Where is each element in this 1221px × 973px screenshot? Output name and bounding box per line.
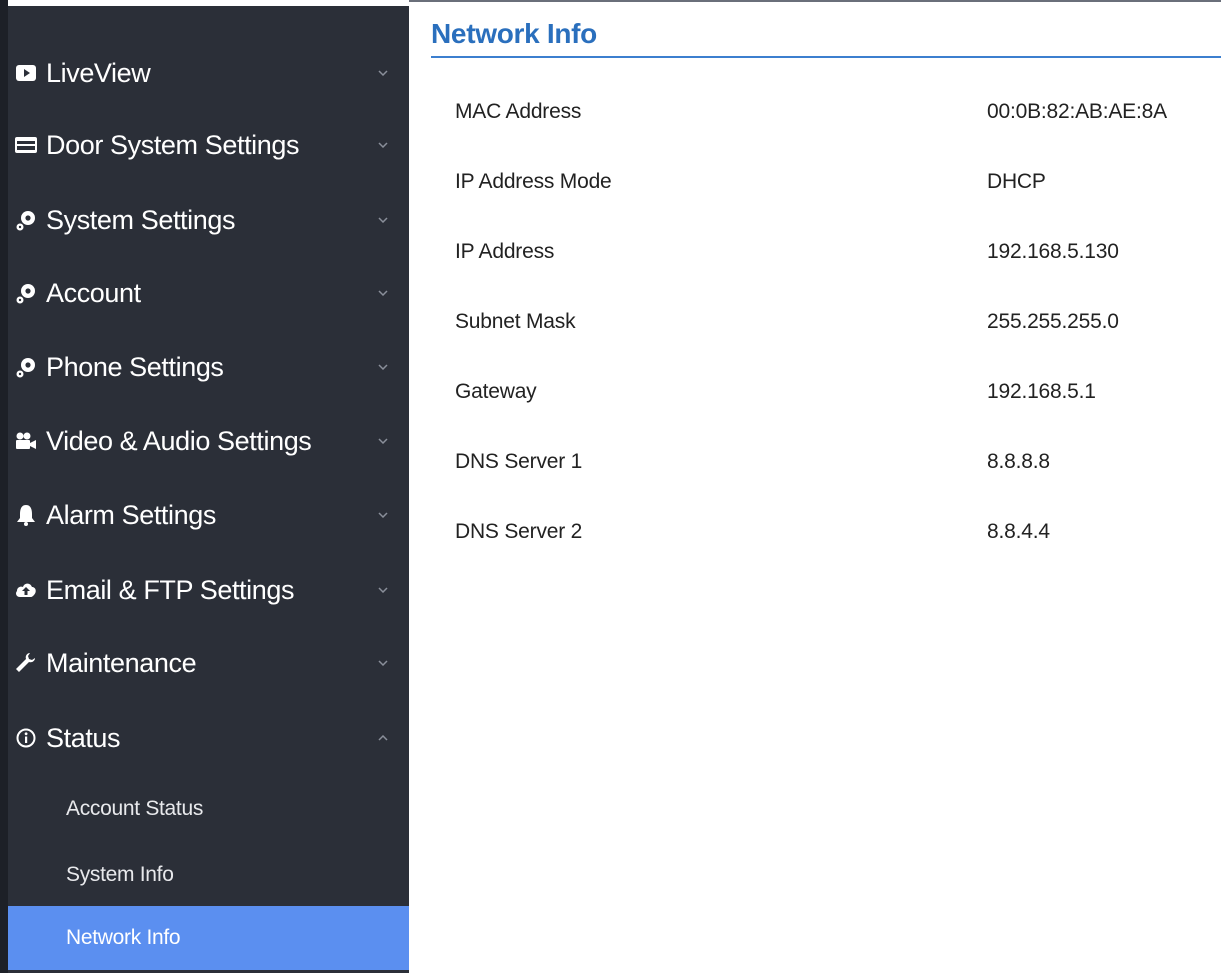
sidebar-item-account[interactable]: Account — [8, 256, 409, 330]
gears-icon — [14, 355, 38, 379]
sidebar-subitem-label: System Info — [66, 863, 174, 886]
sidebar-item-label: System Settings — [46, 204, 236, 235]
sidebar-subitem-label: Network Info — [66, 926, 181, 949]
chevron-up-icon — [377, 732, 389, 744]
info-icon — [14, 726, 38, 750]
sidebar-item-label: Maintenance — [46, 647, 197, 678]
info-value: DHCP — [987, 170, 1046, 193]
sidebar-item-maintenance[interactable]: Maintenance — [8, 626, 409, 700]
sidebar-item-label: LiveView — [46, 57, 151, 88]
card-icon — [14, 133, 38, 157]
chevron-down-icon — [377, 435, 389, 447]
sidebar-item-system-settings[interactable]: System Settings — [8, 183, 409, 257]
bell-icon — [14, 503, 38, 527]
info-value: 192.168.5.130 — [987, 240, 1119, 263]
chevron-down-icon — [377, 361, 389, 373]
info-row-subnet-mask: Subnet Mask 255.255.255.0 — [409, 302, 1221, 342]
page-title: Network Info — [431, 18, 597, 49]
sidebar-item-label: Door System Settings — [46, 129, 300, 160]
sidebar-item-status[interactable]: Status — [8, 701, 409, 775]
info-key: IP Address — [455, 240, 555, 263]
chevron-down-icon — [377, 287, 389, 299]
title-divider — [431, 56, 1221, 58]
sidebar-item-email-ftp-settings[interactable]: Email & FTP Settings — [8, 553, 409, 627]
info-row-dns-server-2: DNS Server 2 8.8.4.4 — [409, 512, 1221, 552]
info-row-ip-address: IP Address 192.168.5.130 — [409, 232, 1221, 272]
main-content: Network Info MAC Address 00:0B:82:AB:AE:… — [409, 0, 1221, 973]
gears-icon — [14, 208, 38, 232]
sidebar-subitem-account-status[interactable]: Account Status — [8, 777, 409, 841]
info-key: Subnet Mask — [455, 310, 576, 333]
sidebar-subitem-label: Account Status — [66, 797, 204, 820]
sidebar-item-door-system-settings[interactable]: Door System Settings — [8, 108, 409, 182]
info-key: Gateway — [455, 380, 537, 403]
chevron-down-icon — [377, 214, 389, 226]
info-value: 255.255.255.0 — [987, 310, 1119, 333]
info-value: 192.168.5.1 — [987, 380, 1096, 403]
chevron-down-icon — [377, 657, 389, 669]
info-value: 00:0B:82:AB:AE:8A — [987, 100, 1167, 123]
sidebar-subitem-network-info[interactable]: Network Info — [8, 906, 409, 970]
chevron-down-icon — [377, 67, 389, 79]
sidebar-item-label: Phone Settings — [46, 351, 224, 382]
cloud-upload-icon — [14, 578, 38, 602]
sidebar-item-label: Video & Audio Settings — [46, 425, 312, 456]
info-row-dns-server-1: DNS Server 1 8.8.8.8 — [409, 442, 1221, 482]
sidebar-subitem-system-info[interactable]: System Info — [8, 843, 409, 907]
chevron-down-icon — [377, 584, 389, 596]
info-row-ip-address-mode: IP Address Mode DHCP — [409, 162, 1221, 202]
sidebar-item-video-audio-settings[interactable]: Video & Audio Settings — [8, 404, 409, 478]
video-icon — [14, 61, 38, 85]
sidebar-item-alarm-settings[interactable]: Alarm Settings — [8, 478, 409, 552]
info-key: MAC Address — [455, 100, 582, 123]
camera-icon — [14, 429, 38, 453]
info-key: IP Address Mode — [455, 170, 612, 193]
info-value: 8.8.4.4 — [987, 520, 1050, 543]
info-key: DNS Server 2 — [455, 520, 583, 543]
chevron-down-icon — [377, 139, 389, 151]
sidebar-item-phone-settings[interactable]: Phone Settings — [8, 330, 409, 404]
sidebar-item-label: Alarm Settings — [46, 499, 216, 530]
top-rule — [409, 0, 1221, 2]
sidebar-item-label: Email & FTP Settings — [46, 574, 295, 605]
chevron-down-icon — [377, 509, 389, 521]
wrench-icon — [14, 651, 38, 675]
info-key: DNS Server 1 — [455, 450, 583, 473]
sidebar-top-line — [8, 0, 417, 6]
gears-icon — [14, 281, 38, 305]
sidebar: LiveView Door System Settings System Set… — [0, 0, 417, 973]
sidebar-item-label: Account — [46, 277, 141, 308]
info-row-gateway: Gateway 192.168.5.1 — [409, 372, 1221, 412]
sidebar-item-liveview[interactable]: LiveView — [8, 36, 409, 110]
sidebar-item-label: Status — [46, 722, 121, 753]
info-value: 8.8.8.8 — [987, 450, 1050, 473]
info-row-mac-address: MAC Address 00:0B:82:AB:AE:8A — [409, 92, 1221, 132]
